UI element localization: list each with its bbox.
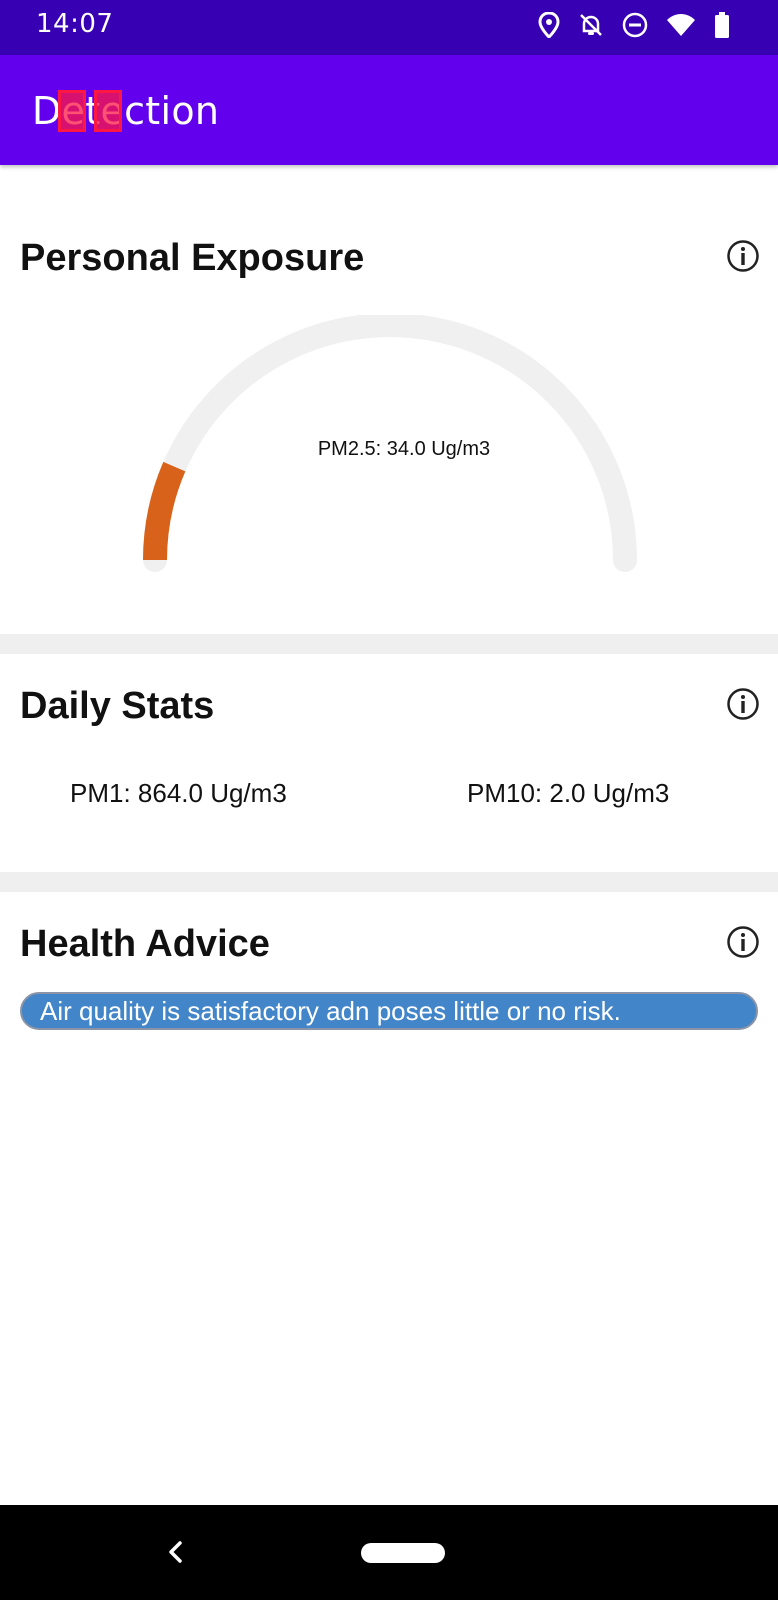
status-bar: 14:07	[0, 0, 778, 55]
section-divider	[0, 872, 778, 892]
do-not-disturb-icon	[622, 12, 648, 38]
home-button[interactable]	[361, 1543, 445, 1563]
gauge-label: PM2.5: 34.0 Ug/m3	[317, 438, 491, 460]
section-divider	[0, 634, 778, 654]
health-advice-info-icon[interactable]	[726, 925, 760, 959]
daily-stats-title: Daily Stats	[20, 685, 215, 727]
app-bar: Detection	[0, 55, 778, 165]
daily-stats-info-icon[interactable]	[726, 687, 760, 721]
wifi-icon	[666, 13, 696, 37]
status-icons	[538, 10, 730, 40]
health-advice-message: Air quality is satisfactory adn poses li…	[20, 992, 758, 1030]
screen: 14:07 Detection Personal Exposure PM2.5:…	[0, 0, 778, 1600]
navigation-bar	[0, 1505, 778, 1600]
notifications-off-icon	[578, 12, 604, 38]
back-icon[interactable]	[160, 1535, 190, 1569]
highlight-box	[58, 90, 86, 132]
highlight-box	[94, 90, 122, 132]
pm10-stat: PM10: 2.0 Ug/m3	[467, 778, 670, 808]
pm1-stat: PM1: 864.0 Ug/m3	[70, 778, 287, 808]
battery-icon	[714, 12, 730, 38]
health-advice-title: Health Advice	[20, 923, 270, 965]
personal-exposure-info-icon[interactable]	[726, 239, 760, 273]
location-icon	[538, 12, 560, 38]
status-time: 14:07	[36, 9, 114, 39]
gauge-fill	[143, 461, 186, 561]
personal-exposure-title: Personal Exposure	[20, 237, 365, 279]
